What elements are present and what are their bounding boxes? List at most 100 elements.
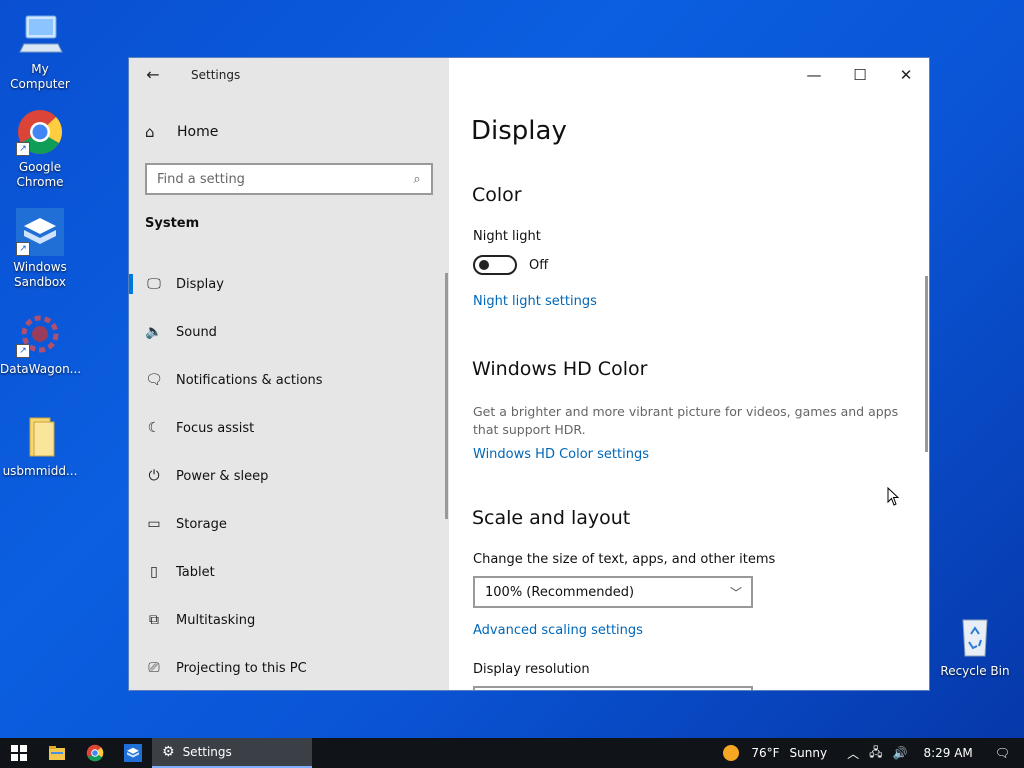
hd-color-heading: Windows HD Color [472, 358, 648, 380]
home-link[interactable]: ⌂ Home [145, 120, 218, 144]
sidebar-item-label: Tablet [176, 564, 215, 580]
settings-window: ← Settings ⌂ Home ⌕ System 🖵 Display 🔈 S… [128, 57, 930, 691]
desktop-icon-label: Windows Sandbox [13, 260, 67, 289]
chevron-up-icon: ︿ [847, 746, 860, 761]
search-icon[interactable]: ⌕ [403, 172, 431, 187]
page-title: Display [471, 116, 567, 146]
sidebar-item-label: Notifications & actions [176, 372, 323, 388]
taskbar-file-explorer[interactable] [38, 738, 76, 768]
system-tray: 76°F Sunny ︿ 🖧 🔊 8:29 AM 🗨 [723, 738, 1024, 768]
taskbar: ⚙ Settings 76°F Sunny ︿ 🖧 🔊 8:29 AM 🗨 [0, 738, 1024, 768]
desktop-icon-label: Recycle Bin [940, 664, 1010, 678]
sidebar-item-label: Projecting to this PC [176, 660, 307, 676]
multitasking-icon: ⧉ [149, 612, 159, 628]
volume-button[interactable]: 🔊 [892, 746, 907, 760]
back-button[interactable]: ← [141, 64, 165, 86]
sidebar-scrollbar[interactable] [445, 273, 448, 519]
night-light-label: Night light [473, 229, 541, 244]
close-button[interactable]: ✕ [883, 58, 929, 92]
notification-icon: 🗨 [145, 372, 163, 388]
speaker-icon: 🔈 [145, 324, 163, 340]
sidebar-item-notifications[interactable]: 🗨 Notifications & actions [129, 356, 449, 404]
sidebar-item-label: Storage [176, 516, 227, 532]
desktop-icon-google-chrome[interactable]: ↗ Google Chrome [0, 108, 80, 190]
desktop-icon-recycle-bin[interactable]: Recycle Bin [935, 612, 1015, 679]
sidebar-item-projecting[interactable]: ⎚ Projecting to this PC [129, 644, 449, 690]
windows-logo-icon [11, 745, 27, 761]
sidebar-item-display[interactable]: 🖵 Display [129, 260, 449, 308]
chrome-icon: ↗ [16, 108, 64, 156]
resolution-dropdown[interactable] [473, 686, 753, 690]
show-hidden-icons-button[interactable]: ︿ [847, 745, 859, 762]
search-box[interactable]: ⌕ [145, 163, 433, 195]
hd-color-description: Get a brighter and more vibrant picture … [473, 404, 899, 437]
weather-temp: 76°F [751, 746, 780, 760]
sidebar-item-sound[interactable]: 🔈 Sound [129, 308, 449, 356]
desktop-icon-windows-sandbox[interactable]: ↗ Windows Sandbox [0, 208, 80, 290]
sidebar-item-label: Focus assist [176, 420, 255, 436]
desktop-icon-datawagon[interactable]: ↗ DataWagon... [0, 310, 82, 377]
main-content: — ☐ ✕ Display Color Night light Off Nigh… [449, 58, 929, 690]
taskbar-settings-app[interactable]: ⚙ Settings [152, 738, 312, 768]
search-input[interactable] [147, 165, 403, 193]
network-icon: 🖧 [869, 744, 883, 759]
taskbar-sandbox[interactable] [114, 738, 152, 768]
color-heading: Color [472, 184, 522, 206]
taskbar-chrome[interactable] [76, 738, 114, 768]
night-light-settings-link[interactable]: Night light settings [473, 294, 597, 309]
scale-dropdown-value: 100% (Recommended) [485, 584, 635, 600]
display-resolution-label: Display resolution [473, 662, 590, 677]
hd-color-settings-link[interactable]: Windows HD Color settings [473, 447, 649, 462]
tablet-icon: ▯ [150, 564, 158, 580]
folder-icon [16, 412, 64, 460]
night-light-toggle[interactable] [473, 255, 517, 275]
monitor-icon: 🖵 [147, 276, 161, 292]
power-icon: ⏻ [148, 468, 160, 484]
file-explorer-icon [49, 746, 65, 760]
section-heading: System [145, 216, 200, 231]
titlebar[interactable]: ← Settings [129, 58, 449, 92]
desktop-icon-label: DataWagon... [0, 362, 82, 376]
window-title: Settings [191, 68, 241, 82]
close-icon: ✕ [899, 66, 913, 84]
main-scrollbar[interactable] [925, 276, 928, 452]
sidebar-nav: 🖵 Display 🔈 Sound 🗨 Notifications & acti… [129, 260, 449, 690]
sidebar-item-focus-assist[interactable]: ☾ Focus assist [129, 404, 449, 452]
shortcut-arrow-icon: ↗ [16, 142, 30, 156]
sidebar-item-storage[interactable]: ▭ Storage [129, 500, 449, 548]
sidebar-item-multitasking[interactable]: ⧉ Multitasking [129, 596, 449, 644]
recycle-bin-icon [951, 612, 999, 660]
sandbox-icon: ↗ [16, 208, 64, 256]
action-center-button[interactable]: 🗨 [995, 746, 1010, 760]
shortcut-arrow-icon: ↗ [16, 242, 30, 256]
sidebar: ← Settings ⌂ Home ⌕ System 🖵 Display 🔈 S… [129, 58, 449, 690]
night-light-state: Off [529, 258, 549, 273]
clock[interactable]: 8:29 AM [923, 746, 972, 760]
start-button[interactable] [0, 738, 38, 768]
minimize-icon: — [806, 66, 822, 84]
maximize-button[interactable]: ☐ [837, 58, 883, 92]
shortcut-arrow-icon: ↗ [16, 344, 30, 358]
sidebar-item-power-sleep[interactable]: ⏻ Power & sleep [129, 452, 449, 500]
chevron-down-icon: ﹀ [729, 585, 742, 600]
maximize-icon: ☐ [853, 66, 867, 84]
datawagon-icon: ↗ [16, 310, 64, 358]
volume-icon: 🔊 [892, 746, 908, 760]
scale-dropdown[interactable]: 100% (Recommended) ﹀ [473, 576, 753, 608]
desktop-icon-usbmmidd[interactable]: usbmmidd... [0, 412, 80, 479]
back-arrow-icon: ← [146, 65, 160, 84]
taskbar-app-label: Settings [182, 745, 232, 759]
sidebar-item-label: Display [176, 276, 224, 292]
advanced-scaling-link[interactable]: Advanced scaling settings [473, 623, 643, 638]
clock-time: 8:29 AM [923, 746, 973, 760]
minimize-button[interactable]: — [791, 58, 837, 92]
scale-layout-heading: Scale and layout [472, 507, 631, 529]
network-button[interactable]: 🖧 [869, 743, 882, 764]
storage-icon: ▭ [147, 516, 161, 532]
toggle-knob [479, 260, 489, 270]
chrome-icon [86, 744, 104, 762]
weather-widget[interactable]: 76°F Sunny [723, 745, 827, 761]
sidebar-item-tablet[interactable]: ▯ Tablet [129, 548, 449, 596]
desktop-icon-my-computer[interactable]: My Computer [0, 10, 80, 92]
projecting-icon: ⎚ [148, 660, 160, 676]
